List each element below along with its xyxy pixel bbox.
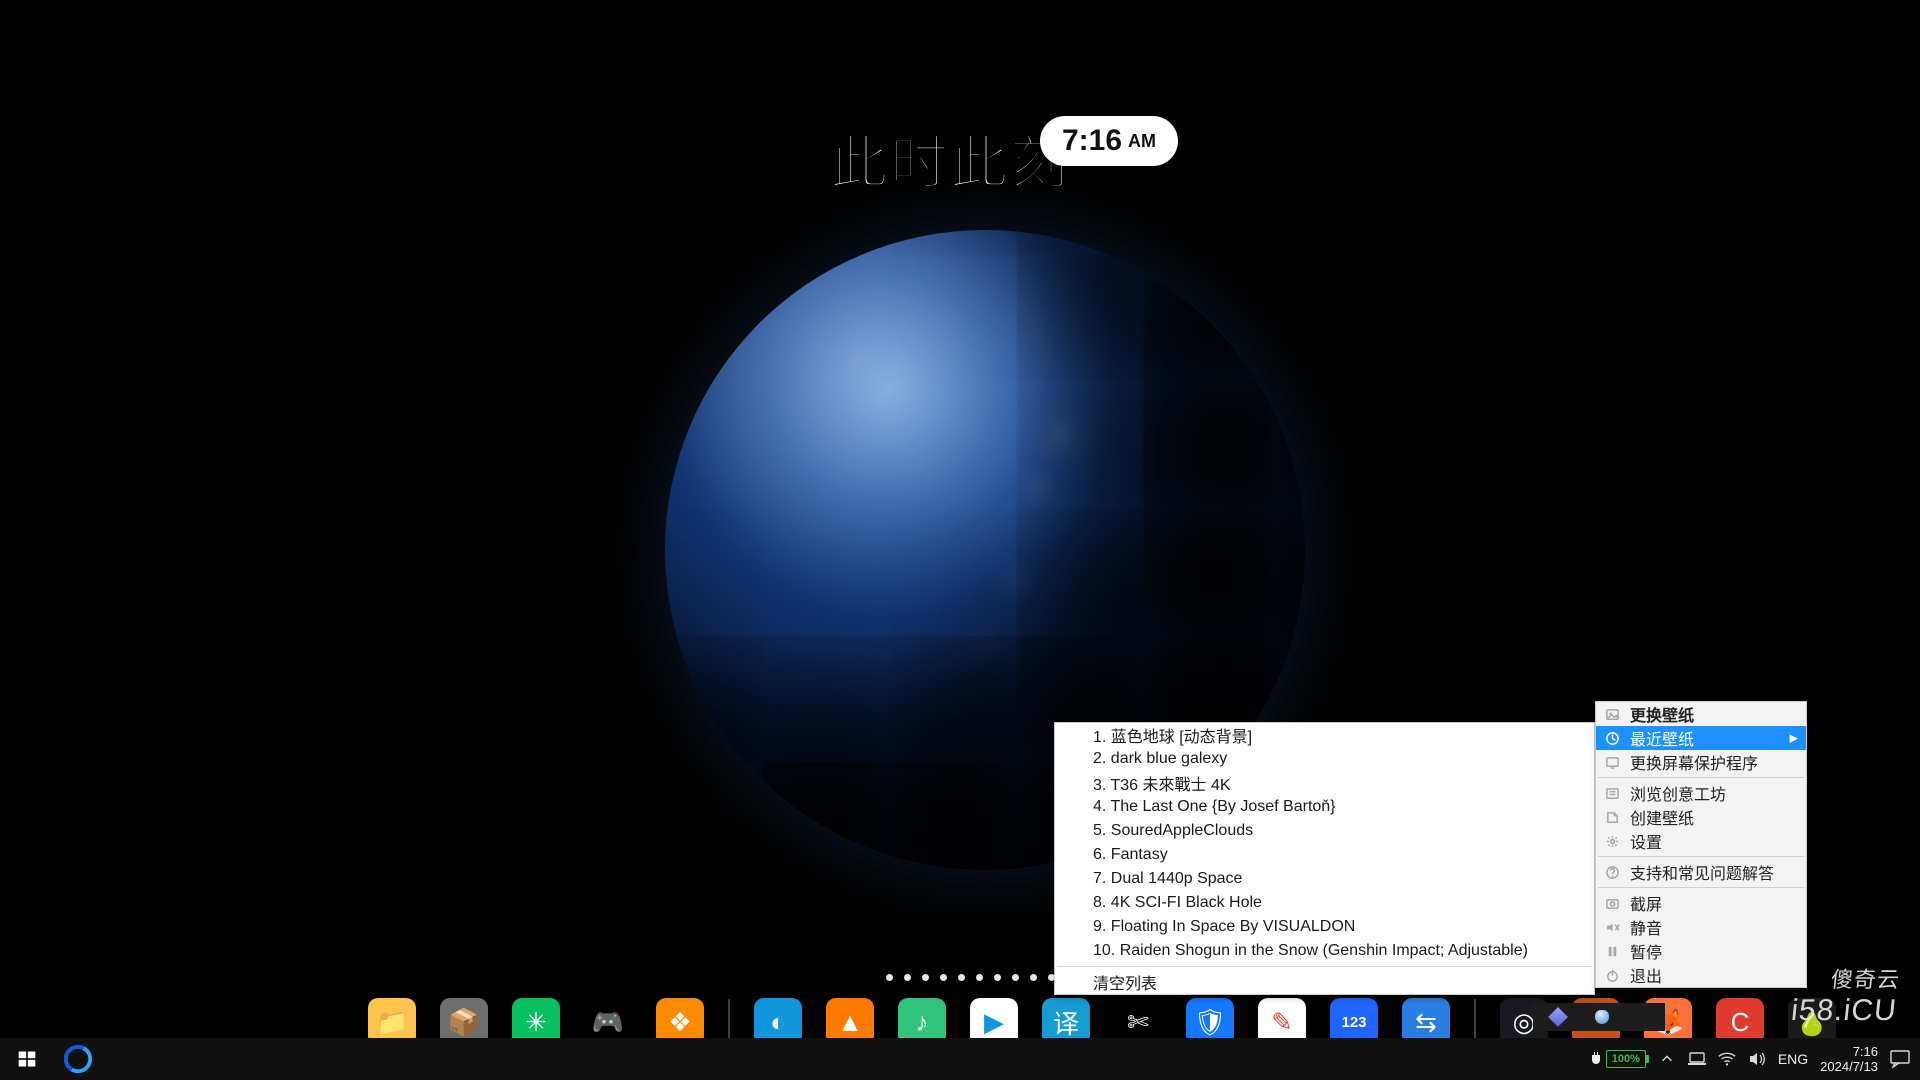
tray-diamond-icon[interactable] xyxy=(1548,1007,1568,1027)
ctx-item-label: 暂停 xyxy=(1630,939,1662,963)
tray-chevron-up-icon[interactable] xyxy=(1658,1050,1676,1068)
system-tray: 100% ENG 7:16 2024/7/13 xyxy=(1590,1038,1920,1080)
recent-wallpaper-item[interactable]: 5. SouredAppleClouds xyxy=(1055,819,1594,843)
action-center-icon[interactable] xyxy=(1890,1050,1910,1068)
taskbar-pinned-browser[interactable] xyxy=(54,1038,102,1080)
taskbar-clock[interactable]: 7:16 2024/7/13 xyxy=(1820,1044,1878,1074)
image-icon xyxy=(1604,706,1620,722)
ctx-item-screenshot[interactable]: 截屏 xyxy=(1596,891,1806,915)
recent-wallpaper-item[interactable]: 3. T36 未來戰士 4K xyxy=(1055,771,1594,795)
pause-icon xyxy=(1604,943,1620,959)
ctx-item-power[interactable]: 退出 xyxy=(1596,963,1806,987)
screensaver-icon xyxy=(1604,754,1620,770)
ctx-item-create[interactable]: 创建壁纸 xyxy=(1596,805,1806,829)
ctx-item-help[interactable]: 支持和常见问题解答 xyxy=(1596,860,1806,884)
ctx-item-image[interactable]: 更换壁纸 xyxy=(1596,702,1806,726)
ctx-item-label: 最近壁纸 xyxy=(1630,726,1694,750)
create-icon xyxy=(1604,809,1620,825)
workshop-icon xyxy=(1604,785,1620,801)
wallpaper-ampm: AM xyxy=(1128,131,1156,152)
ctx-item-label: 浏览创意工坊 xyxy=(1630,781,1726,805)
screenshot-icon xyxy=(1604,895,1620,911)
recent-wallpaper-item[interactable]: 1. 蓝色地球 [动态背景] xyxy=(1055,723,1594,747)
wallpaper-time-pill: 7:16 AM xyxy=(1040,116,1178,166)
recent-wallpaper-item[interactable]: 7. Dual 1440p Space xyxy=(1055,867,1594,891)
clear-recent-list[interactable]: 清空列表 xyxy=(1055,970,1594,994)
taskbar-date: 2024/7/13 xyxy=(1820,1059,1878,1074)
ctx-item-settings[interactable]: 设置 xyxy=(1596,829,1806,853)
tray-laptop-icon[interactable] xyxy=(1688,1050,1706,1068)
ctx-item-recent[interactable]: 最近壁纸 ▶ xyxy=(1596,726,1806,750)
ctx-item-label: 截屏 xyxy=(1630,891,1662,915)
ime-language[interactable]: ENG xyxy=(1778,1051,1808,1067)
ctx-item-pause[interactable]: 暂停 xyxy=(1596,939,1806,963)
wifi-icon[interactable] xyxy=(1718,1050,1736,1068)
recent-wallpaper-item[interactable]: 9. Floating In Space By VISUALDON xyxy=(1055,915,1594,939)
ctx-item-label: 静音 xyxy=(1630,915,1662,939)
wallpaper-widget-title: 此时此刻 xyxy=(830,116,1070,200)
ctx-item-mute[interactable]: 静音 xyxy=(1596,915,1806,939)
recent-wallpapers-submenu: 1. 蓝色地球 [动态背景]2. dark blue galexy3. T36 … xyxy=(1054,722,1595,995)
recent-wallpaper-item[interactable]: 4. The Last One {By Josef Bartoň} xyxy=(1055,795,1594,819)
help-icon xyxy=(1604,864,1620,880)
watermark-cn: 傻奇云 xyxy=(1793,962,1902,994)
ctx-item-label: 设置 xyxy=(1630,829,1662,853)
ctx-item-workshop[interactable]: 浏览创意工坊 xyxy=(1596,781,1806,805)
ctx-item-screensaver[interactable]: 更换屏幕保护程序 xyxy=(1596,750,1806,774)
plug-icon xyxy=(1590,1051,1602,1067)
ctx-item-label: 更换屏幕保护程序 xyxy=(1630,750,1758,774)
tray-drop-icon[interactable] xyxy=(1595,1010,1609,1024)
ctx-item-label: 退出 xyxy=(1630,963,1662,987)
volume-icon[interactable] xyxy=(1748,1050,1766,1068)
taskbar-time: 7:16 xyxy=(1820,1044,1878,1059)
recent-wallpaper-item[interactable]: 8. 4K SCI-FI Black Hole xyxy=(1055,891,1594,915)
windows-taskbar: 100% ENG 7:16 2024/7/13 xyxy=(0,1038,1920,1080)
start-button[interactable] xyxy=(0,1038,54,1080)
recent-wallpaper-item[interactable]: 6. Fantasy xyxy=(1055,843,1594,867)
browser-icon xyxy=(63,1044,93,1074)
ctx-item-label: 创建壁纸 xyxy=(1630,805,1694,829)
watermark: 傻奇云 i58.iCU xyxy=(1789,962,1901,1028)
power-icon xyxy=(1604,967,1620,983)
watermark-en: i58.iCU xyxy=(1789,994,1898,1027)
wallpaper-engine-context-menu: 更换壁纸最近壁纸 ▶ 更换屏幕保护程序浏览创意工坊创建壁纸设置支持和常见问题解答截屏… xyxy=(1595,701,1807,988)
tray-overflow-strip[interactable] xyxy=(1533,1003,1665,1031)
recent-icon xyxy=(1604,730,1620,746)
chevron-right-icon: ▶ xyxy=(1790,732,1798,745)
windows-logo-icon xyxy=(17,1049,37,1069)
ctx-item-label: 更换壁纸 xyxy=(1630,702,1694,726)
ctx-item-label: 支持和常见问题解答 xyxy=(1630,860,1774,884)
recent-wallpaper-item[interactable]: 2. dark blue galexy xyxy=(1055,747,1594,771)
battery-percent: 100% xyxy=(1606,1050,1646,1068)
mute-icon xyxy=(1604,919,1620,935)
battery-indicator[interactable]: 100% xyxy=(1590,1050,1646,1068)
recent-wallpaper-item[interactable]: 10. Raiden Shogun in the Snow (Genshin I… xyxy=(1055,939,1594,963)
settings-icon xyxy=(1604,833,1620,849)
wallpaper-time: 7:16 xyxy=(1062,124,1122,158)
